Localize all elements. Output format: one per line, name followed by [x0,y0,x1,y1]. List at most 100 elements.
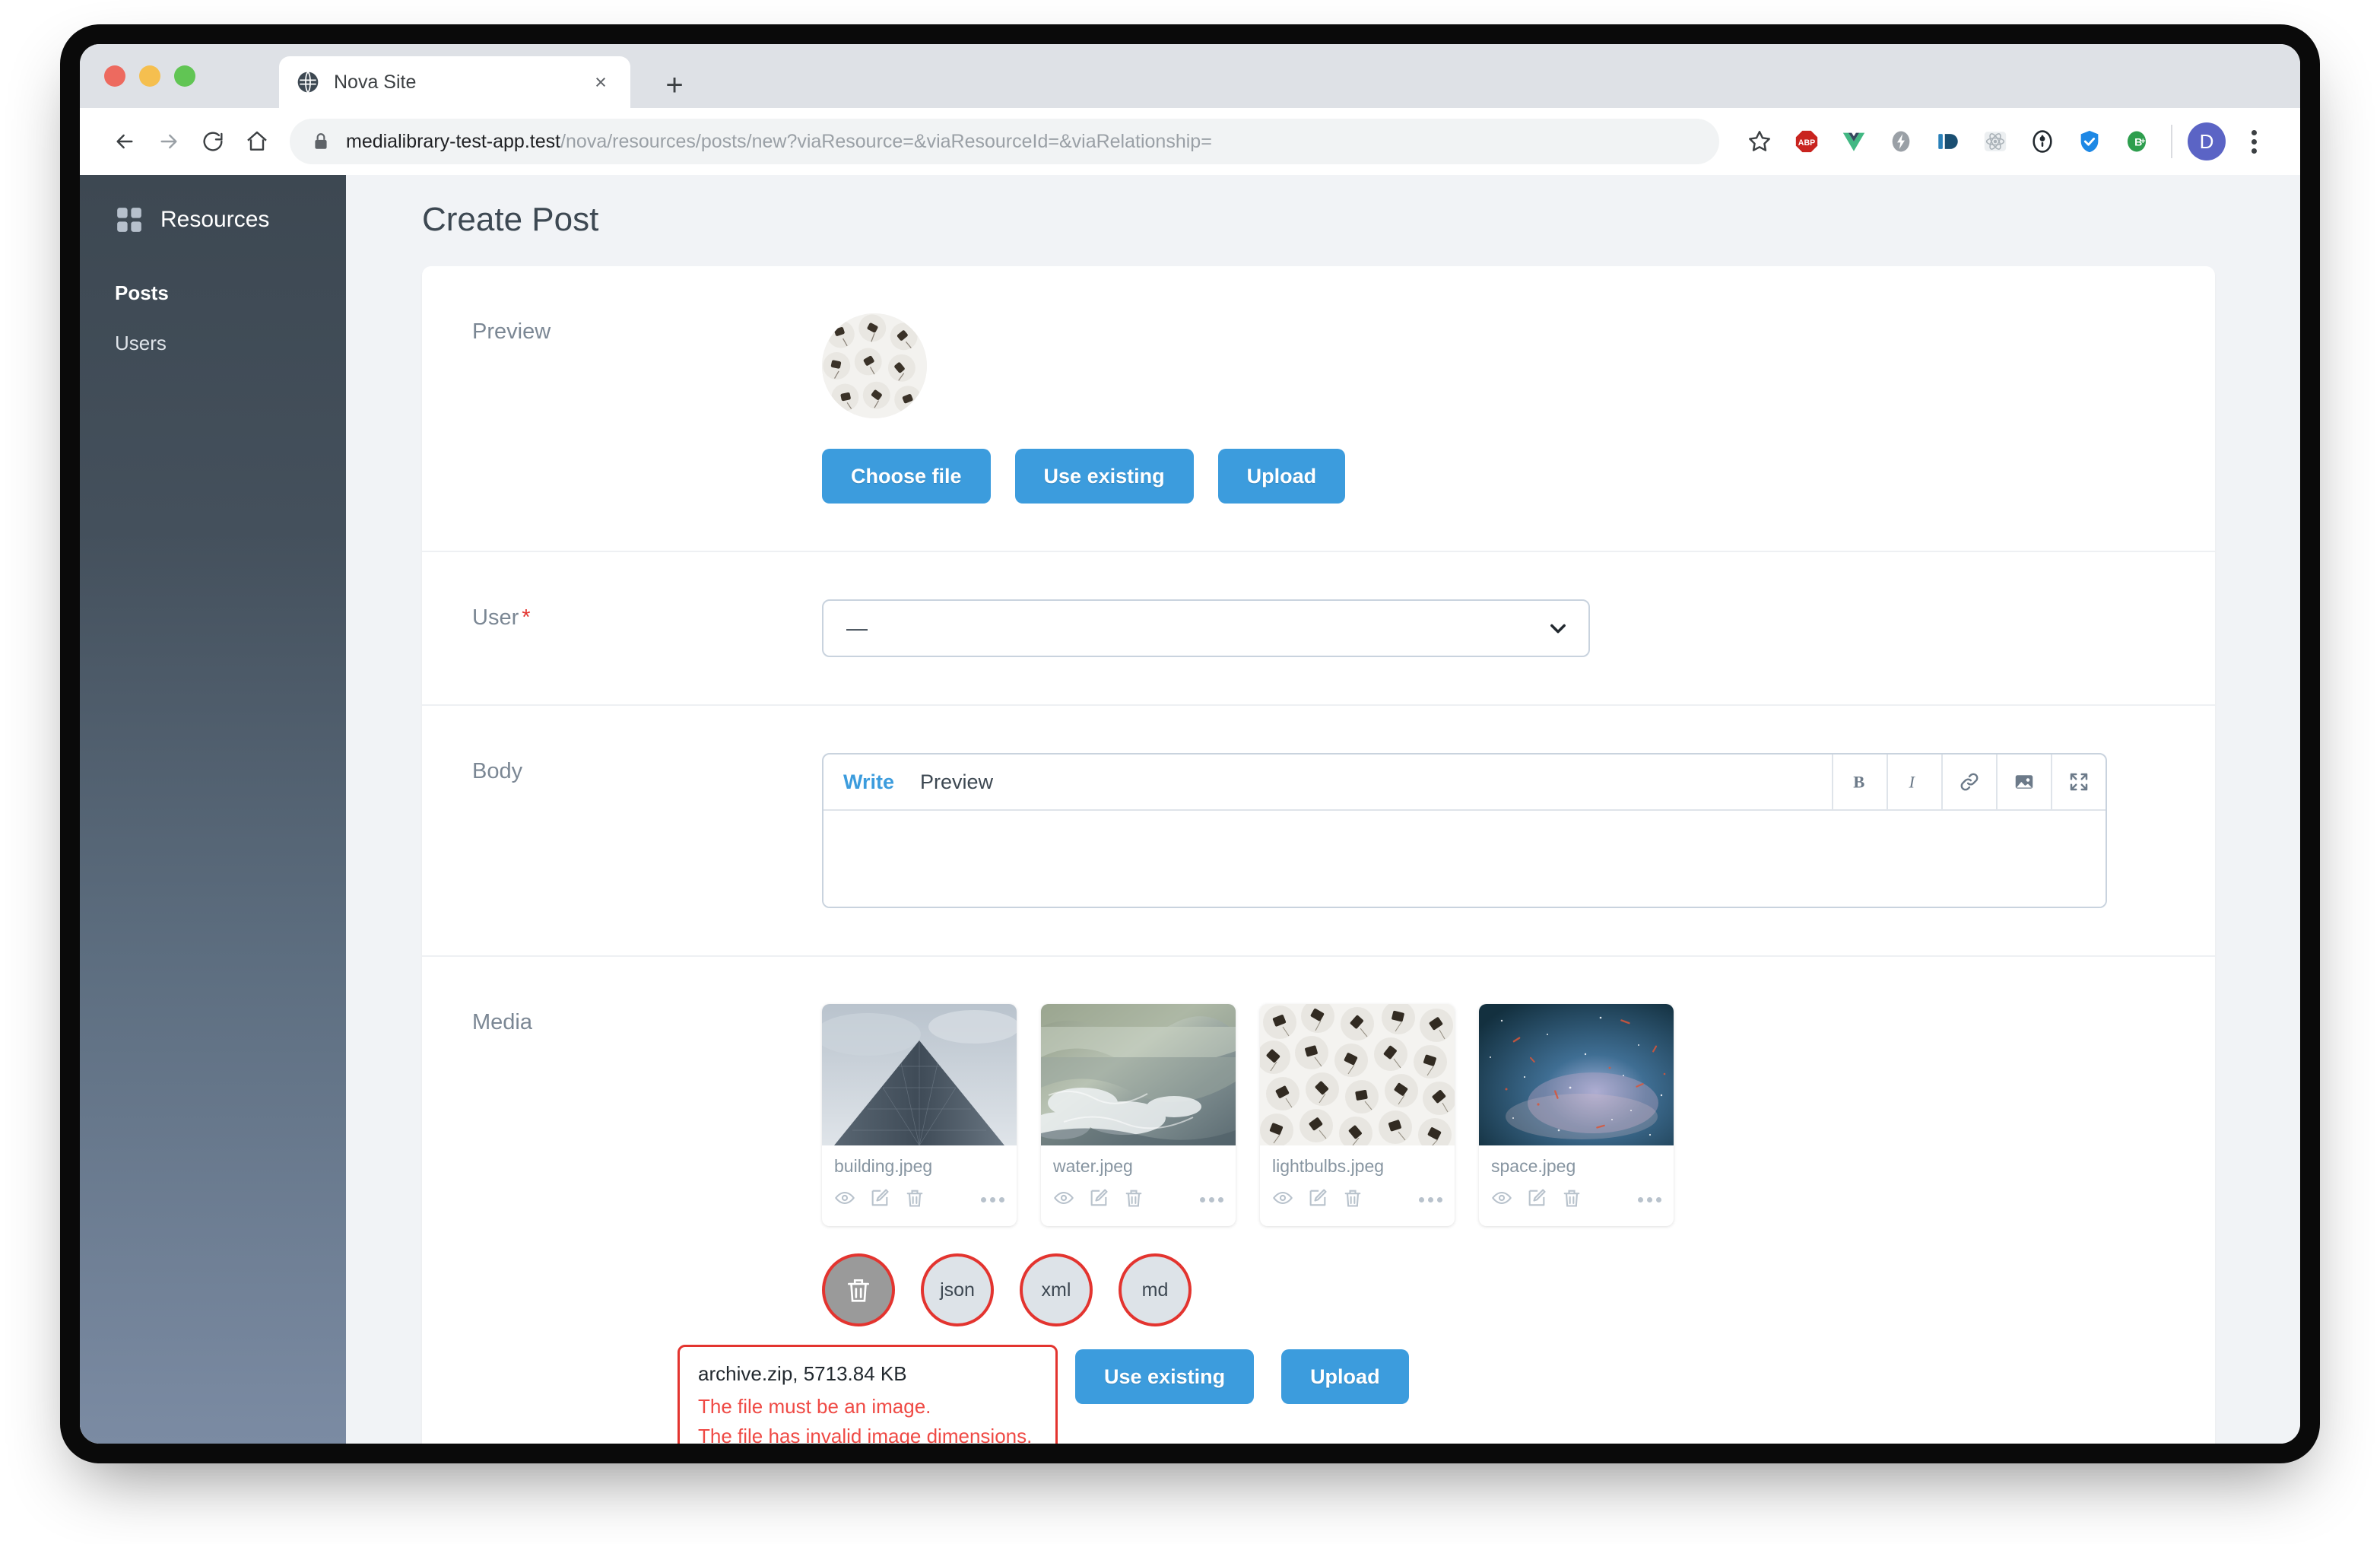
svg-text:ABP: ABP [1798,138,1815,148]
reload-button[interactable] [191,119,235,164]
edit-icon[interactable] [1307,1187,1328,1212]
bookmark-star-icon[interactable] [1736,118,1783,165]
upload-button-media[interactable]: Upload [1281,1349,1409,1404]
lightning-icon[interactable] [1877,118,1925,165]
user-select-value: — [846,616,868,640]
close-tab-button[interactable]: × [588,69,614,95]
1password-icon[interactable] [2019,118,2066,165]
choose-file-button[interactable]: Choose file [822,449,991,504]
id-icon[interactable] [1925,118,1972,165]
field-row-user: User * — [422,552,2215,706]
error-filename: archive.zip, 5713.84 KB [698,1362,907,1385]
react-devtools-icon[interactable] [1972,118,2019,165]
media-filename: space.jpeg [1491,1156,1576,1176]
svg-text:B: B [1853,773,1864,792]
more-icon[interactable] [981,1197,1004,1202]
media-actions [1491,1187,1661,1212]
media-control: building.jpeg water.jpeg lightbulbs.jpeg… [678,1004,2215,1444]
more-icon[interactable] [1419,1197,1442,1202]
trash-icon[interactable] [904,1187,925,1212]
back-button[interactable] [103,119,147,164]
error-message: The file must be an image. [698,1395,931,1418]
minimize-window-button[interactable] [139,65,160,87]
edit-icon[interactable] [1526,1187,1547,1212]
editor-toolbar: Write Preview B I [823,755,2106,811]
media-thumbnail-building [822,1004,1017,1146]
b-plus-icon[interactable]: B + [2113,118,2160,165]
page-title: Create Post [422,201,599,238]
user-control: — [822,599,2215,657]
browser-toolbar: medialibrary-test-app.test/nova/resource… [80,108,2300,175]
maximize-window-button[interactable] [174,65,195,87]
shield-icon[interactable] [2066,118,2113,165]
upload-button-preview[interactable]: Upload [1217,449,1346,504]
sidebar-item-posts[interactable]: Posts [80,268,346,318]
vue-devtools-icon[interactable] [1830,118,1877,165]
browser-tab-strip: Nova Site × + [80,44,2300,108]
close-window-button[interactable] [104,65,125,87]
italic-icon[interactable]: I [1887,755,1941,809]
invalid-chip-xml[interactable]: xml [1020,1253,1093,1326]
media-meta: building.jpeg [822,1145,1017,1226]
sidebar-item-users[interactable]: Users [80,318,346,368]
bold-icon[interactable]: B [1832,755,1887,809]
browser-tab[interactable]: Nova Site × [279,56,630,108]
lock-icon [311,132,331,151]
url-path: /nova/resources/posts/new?viaResource=&v… [560,130,1212,152]
trash-icon[interactable] [1561,1187,1582,1212]
profile-avatar[interactable]: D [2183,118,2230,165]
media-button-row: Use existing Upload [1075,1349,1409,1404]
eye-icon[interactable] [1053,1187,1074,1212]
image-icon[interactable] [1996,755,2051,809]
use-existing-button-preview[interactable]: Use existing [1014,449,1194,504]
markdown-editor: Write Preview B I [822,753,2107,908]
fullscreen-icon[interactable] [2051,755,2106,809]
eye-icon[interactable] [1491,1187,1512,1212]
media-card[interactable]: lightbulbs.jpeg [1260,1004,1455,1226]
more-icon[interactable] [1200,1197,1223,1202]
media-card[interactable]: water.jpeg [1041,1004,1236,1226]
sidebar-header-label: Resources [160,207,270,232]
forward-button[interactable] [147,119,191,164]
app-page: Resources Posts Users Create Post Previe… [80,175,2300,1444]
home-button[interactable] [235,119,279,164]
user-label: User * [472,599,822,631]
browser-menu-button[interactable] [2230,118,2277,165]
media-card[interactable]: space.jpeg [1479,1004,1674,1226]
profile-avatar-initial: D [2188,122,2226,160]
link-icon[interactable] [1941,755,1996,809]
media-meta: space.jpeg [1479,1145,1674,1226]
tab-preview[interactable]: Preview [920,770,993,794]
new-tab-button[interactable]: + [658,68,691,102]
sidebar-header-resources[interactable]: Resources [80,205,346,234]
trash-icon[interactable] [1342,1187,1363,1212]
media-card[interactable]: building.jpeg [822,1004,1017,1226]
field-row-preview: Preview Choose file Use existing Upload [422,266,2215,552]
invalid-chip-md[interactable]: md [1119,1253,1192,1326]
error-message: The file has invalid image dimensions. [698,1425,1033,1444]
user-select[interactable]: — [822,599,1590,657]
required-asterisk: * [522,605,531,630]
address-bar[interactable]: medialibrary-test-app.test/nova/resource… [290,119,1719,164]
media-actions [834,1187,1004,1212]
editor-tool-buttons: B I [1832,755,2106,809]
more-icon[interactable] [1638,1197,1661,1202]
markdown-textarea[interactable] [823,811,2106,907]
toolbar-divider [2171,125,2172,158]
chevron-down-icon [1547,618,1569,639]
invalid-chip-json[interactable]: json [921,1253,994,1326]
trash-icon[interactable] [1123,1187,1144,1212]
edit-icon[interactable] [869,1187,890,1212]
adblock-plus-icon[interactable]: ABP [1783,118,1830,165]
invalid-chip-archive[interactable] [822,1253,895,1326]
use-existing-button-media[interactable]: Use existing [1075,1349,1255,1404]
tab-write[interactable]: Write [843,770,894,794]
media-meta: water.jpeg [1041,1145,1236,1226]
media-thumbnail-lightbulbs [1260,1004,1455,1152]
eye-icon[interactable] [834,1187,855,1212]
svg-text:+: + [2140,137,2146,146]
edit-icon[interactable] [1088,1187,1109,1212]
eye-icon[interactable] [1272,1187,1293,1212]
media-actions [1272,1187,1442,1212]
sidebar-item-posts-label: Posts [115,281,169,304]
